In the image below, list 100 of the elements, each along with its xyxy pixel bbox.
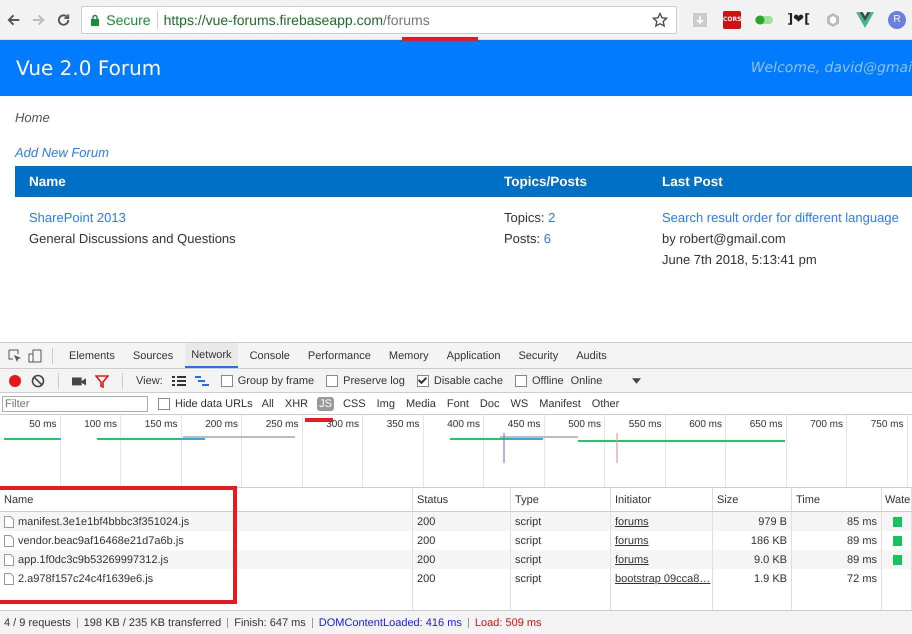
option-checkbox[interactable]: Hide data URLs (158, 398, 253, 410)
reload-icon[interactable] (56, 12, 72, 28)
waterfall-view-icon[interactable] (194, 374, 209, 388)
initiator-link[interactable]: forums (615, 534, 649, 546)
annotation-underline (305, 418, 333, 422)
type-cell: script (515, 516, 542, 528)
column-header[interactable]: Time (792, 488, 882, 511)
forum-description: General Discussions and Questions (29, 230, 236, 248)
topics-count: Topics: 2 (504, 209, 556, 227)
time-tick-label: 750 ms (870, 419, 904, 431)
option-checkbox[interactable]: Offline (514, 374, 564, 386)
column-header: Last Post (662, 174, 724, 189)
time-tick-label: 250 ms (266, 419, 298, 431)
file-icon (4, 534, 14, 546)
last-post-link[interactable]: Search result order for different language (662, 207, 899, 228)
type-filter[interactable]: Media (404, 396, 438, 410)
type-cell: script (515, 534, 542, 546)
url-text: https://vue-forums.firebaseapp.com/forums (164, 12, 431, 28)
type-cell: script (515, 572, 542, 584)
type-filter[interactable]: Other (590, 396, 622, 410)
request-name[interactable]: manifest.3e1e1bf4bbbc3f351024.js (4, 516, 190, 528)
address-bar[interactable]: Secure https://vue-forums.firebaseapp.com/forums (81, 6, 678, 34)
list-view-icon[interactable] (172, 374, 186, 388)
devtools-tab[interactable]: Audits (570, 343, 613, 368)
option-checkbox[interactable]: Preserve log (326, 374, 405, 386)
time-cell: 89 ms (847, 534, 877, 546)
type-filter[interactable]: WS (508, 396, 530, 410)
request-name[interactable]: 2.a978f157c24c4f1639e6.js (4, 572, 154, 584)
devtools-tab[interactable]: Application (440, 343, 506, 368)
type-filter[interactable]: Img (374, 396, 397, 410)
size-cell: 1.9 KB (754, 572, 787, 584)
type-filter[interactable]: Doc (478, 396, 502, 410)
forum-link[interactable]: SharePoint 2013 (29, 207, 126, 228)
status-cell: 200 (417, 554, 436, 566)
type-filter[interactable]: All (260, 396, 276, 410)
posts-count: Posts: 6 (504, 230, 551, 248)
time-tick-label: 150 ms (144, 419, 178, 431)
size-cell: 186 KB (750, 534, 787, 546)
column-header[interactable]: Size (713, 488, 792, 511)
time-tick-label: 400 ms (447, 419, 480, 431)
column-header[interactable]: Type (511, 488, 611, 511)
devtools-tab[interactable]: Memory (382, 343, 435, 368)
status-cell: 200 (417, 534, 436, 546)
request-name[interactable]: vendor.beac9af16468e21d7a6b.js (4, 534, 184, 546)
device-icon[interactable] (28, 348, 42, 362)
app-title[interactable]: Vue 2.0 Forum (16, 56, 162, 80)
time-tick-label: 200 ms (205, 419, 238, 431)
column-header[interactable]: Initiator (611, 488, 713, 511)
clear-icon[interactable] (31, 374, 45, 388)
devtools-tab[interactable]: Sources (126, 343, 180, 368)
status-cell: 200 (417, 572, 436, 584)
time-cell: 89 ms (847, 554, 877, 566)
time-tick-label: 500 ms (568, 419, 601, 431)
column-header[interactable]: Status (413, 488, 511, 511)
post-date: June 7th 2018, 5:13:41 pm (662, 251, 817, 269)
initiator-link[interactable]: forums (615, 554, 649, 566)
status-text: DOMContentLoaded: 416 ms (318, 616, 462, 628)
status-text: 198 KB / 235 KB transferred (84, 616, 222, 628)
post-author: by robert@gmail.com (662, 230, 786, 248)
file-icon (4, 516, 14, 528)
type-filter[interactable]: CSS (340, 396, 368, 410)
record-icon[interactable] (8, 374, 22, 388)
caret-icon[interactable] (632, 378, 642, 384)
devtools-tab[interactable]: Network (185, 343, 238, 368)
devtools-tab[interactable]: Console (244, 343, 296, 368)
vue-logo-icon[interactable] (856, 12, 874, 28)
time-tick-label: 650 ms (750, 419, 782, 431)
inspect-icon[interactable] (8, 348, 22, 362)
devtools-tab[interactable]: Security (512, 343, 564, 368)
option-checkbox[interactable]: Group by frame (220, 374, 314, 386)
column-header: Name (29, 174, 67, 189)
filter-field[interactable]: Filter (2, 396, 148, 412)
column-header[interactable]: Name (0, 488, 413, 511)
type-filter[interactable]: Manifest (537, 396, 583, 410)
extension-icon[interactable]: R (888, 10, 906, 28)
back-icon[interactable] (6, 12, 22, 28)
column-header[interactable]: Wate (882, 488, 912, 511)
time-tick-label: 100 ms (84, 419, 117, 431)
type-filter[interactable]: XHR (282, 396, 310, 410)
column-header: Topics/Posts (504, 174, 588, 189)
breadcrumb[interactable]: Home (15, 110, 50, 125)
size-cell: 9.0 KB (754, 554, 787, 566)
option-checkbox[interactable]: Disable cache (416, 374, 503, 386)
add-forum-link[interactable]: Add New Forum (15, 145, 109, 160)
request-name[interactable]: app.1f0dc3c9b53269997312.js (4, 554, 168, 566)
initiator-link[interactable]: forums (615, 516, 649, 528)
time-tick-label: 350 ms (386, 419, 420, 431)
view-label: View: (136, 374, 163, 386)
type-filter[interactable]: Font (444, 396, 471, 410)
throttle-dropdown[interactable]: Online (570, 374, 642, 386)
star-icon[interactable] (652, 12, 668, 28)
extension-icon[interactable]: ]❤[ (787, 12, 810, 28)
devtools-tab[interactable]: Performance (302, 343, 377, 368)
size-cell: 979 B (758, 516, 787, 528)
filter-icon[interactable] (95, 374, 109, 388)
devtools-tab[interactable]: Elements (63, 343, 121, 368)
time-tick-label: 700 ms (810, 419, 843, 431)
status-cell: 200 (417, 516, 436, 528)
initiator-link[interactable]: bootstrap 09cca8… (615, 572, 710, 584)
status-text: 4 / 9 requests (4, 616, 71, 628)
